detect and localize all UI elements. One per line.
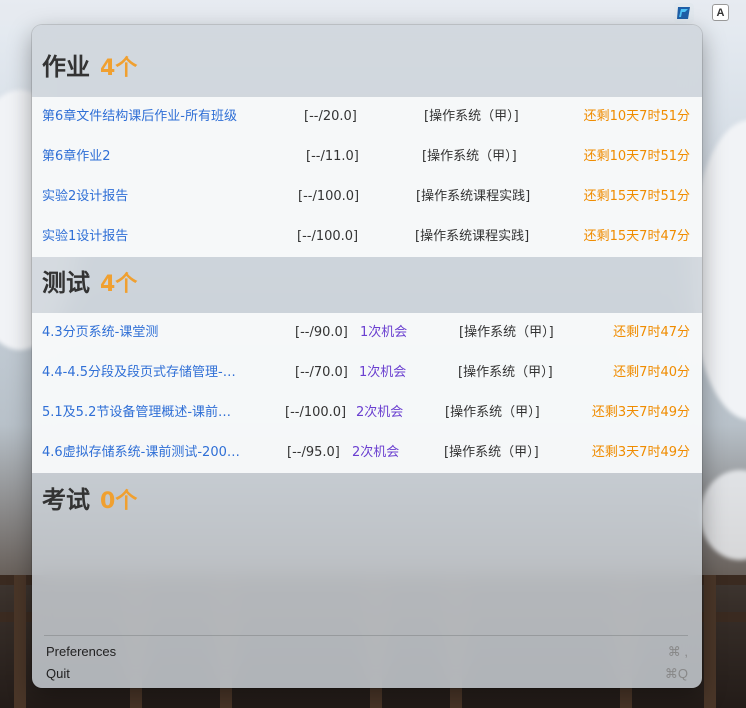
preferences-shortcut: ⌘ , <box>667 644 688 659</box>
homework-score: [--/100.0] <box>297 229 359 244</box>
tests-list: 4.3分页系统-课堂测 [--/90.0] 1次机会 [操作系统（甲）] 还剩7… <box>32 313 702 473</box>
tests-section-header: 测试 4个 <box>42 263 137 298</box>
homework-title: 第6章作业2 <box>42 149 111 164</box>
tests-heading: 测试 <box>42 269 90 297</box>
test-title: 4.6虚拟存储系统-课前测试-200… <box>42 445 240 460</box>
quit-label: Quit <box>46 666 70 681</box>
app-status-icon[interactable] <box>674 3 694 23</box>
test-item[interactable]: 4.6虚拟存储系统-课前测试-200… [--/95.0] 2次机会 [操作系统… <box>32 433 702 473</box>
homework-item[interactable]: 第6章文件结构课后作业-所有班级 [--/20.0] [操作系统（甲）] 还剩1… <box>32 97 702 137</box>
test-remaining: 还剩7时47分 <box>613 325 690 340</box>
homework-remaining: 还剩10天7时51分 <box>583 109 690 124</box>
test-course: [操作系统（甲）] <box>445 405 540 420</box>
homework-item[interactable]: 第6章作业2 [--/11.0] [操作系统（甲）] 还剩10天7时51分 <box>32 137 702 177</box>
test-remaining: 还剩7时40分 <box>613 365 690 380</box>
test-score: [--/90.0] <box>295 325 348 340</box>
tests-count: 4个 <box>100 272 138 297</box>
homework-heading: 作业 <box>42 53 90 81</box>
test-chances: 1次机会 <box>359 365 407 380</box>
homework-course: [操作系统课程实践] <box>415 229 530 244</box>
exams-heading: 考试 <box>42 486 90 514</box>
homework-course: [操作系统课程实践] <box>416 189 531 204</box>
test-item[interactable]: 4.3分页系统-课堂测 [--/90.0] 1次机会 [操作系统（甲）] 还剩7… <box>32 313 702 353</box>
test-score: [--/95.0] <box>287 445 340 460</box>
homework-section-header: 作业 4个 <box>42 47 137 82</box>
homework-title: 实验1设计报告 <box>42 229 129 244</box>
homework-remaining: 还剩10天7时51分 <box>583 149 690 164</box>
homework-course: [操作系统（甲）] <box>424 109 519 124</box>
test-course: [操作系统（甲）] <box>458 365 553 380</box>
homework-title: 实验2设计报告 <box>42 189 129 204</box>
homework-score: [--/100.0] <box>298 189 360 204</box>
homework-remaining: 还剩15天7时51分 <box>583 189 690 204</box>
test-item[interactable]: 4.4-4.5分段及段页式存储管理-… [--/70.0] 1次机会 [操作系统… <box>32 353 702 393</box>
quit-shortcut: ⌘Q <box>664 666 688 681</box>
preferences-label: Preferences <box>46 644 117 659</box>
homework-remaining: 还剩15天7时47分 <box>583 229 690 244</box>
test-remaining: 还剩3天7时49分 <box>591 445 690 460</box>
input-method-icon[interactable]: A <box>712 4 729 21</box>
test-title: 5.1及5.2节设备管理概述-课前… <box>42 405 232 420</box>
homework-course: [操作系统（甲）] <box>422 149 517 164</box>
menu-bar: A <box>0 0 746 25</box>
quit-menu-item[interactable]: Quit ⌘Q <box>46 663 688 685</box>
homework-score: [--/20.0] <box>304 109 357 124</box>
homework-item[interactable]: 实验2设计报告 [--/100.0] [操作系统课程实践] 还剩15天7时51分 <box>32 177 702 217</box>
menu-popover: 作业 4个 第6章文件结构课后作业-所有班级 [--/20.0] [操作系统（甲… <box>32 25 702 688</box>
homework-list: 第6章文件结构课后作业-所有班级 [--/20.0] [操作系统（甲）] 还剩1… <box>32 97 702 257</box>
test-title: 4.4-4.5分段及段页式存储管理-… <box>42 365 236 380</box>
exams-count: 0个 <box>100 489 138 514</box>
test-score: [--/70.0] <box>295 365 348 380</box>
homework-score: [--/11.0] <box>306 149 359 164</box>
test-score: [--/100.0] <box>285 405 347 420</box>
homework-item[interactable]: 实验1设计报告 [--/100.0] [操作系统课程实践] 还剩15天7时47分 <box>32 217 702 257</box>
preferences-menu-item[interactable]: Preferences ⌘ , <box>46 641 688 663</box>
test-chances: 2次机会 <box>356 405 404 420</box>
test-title: 4.3分页系统-课堂测 <box>42 325 159 340</box>
test-chances: 2次机会 <box>352 445 400 460</box>
homework-count: 4个 <box>100 56 138 81</box>
test-item[interactable]: 5.1及5.2节设备管理概述-课前… [--/100.0] 2次机会 [操作系统… <box>32 393 702 433</box>
test-course: [操作系统（甲）] <box>444 445 539 460</box>
test-chances: 1次机会 <box>360 325 408 340</box>
homework-title: 第6章文件结构课后作业-所有班级 <box>42 109 237 124</box>
test-course: [操作系统（甲）] <box>459 325 554 340</box>
exams-section-header: 考试 0个 <box>42 480 137 515</box>
menu-divider <box>44 635 688 636</box>
test-remaining: 还剩3天7时49分 <box>591 405 690 420</box>
